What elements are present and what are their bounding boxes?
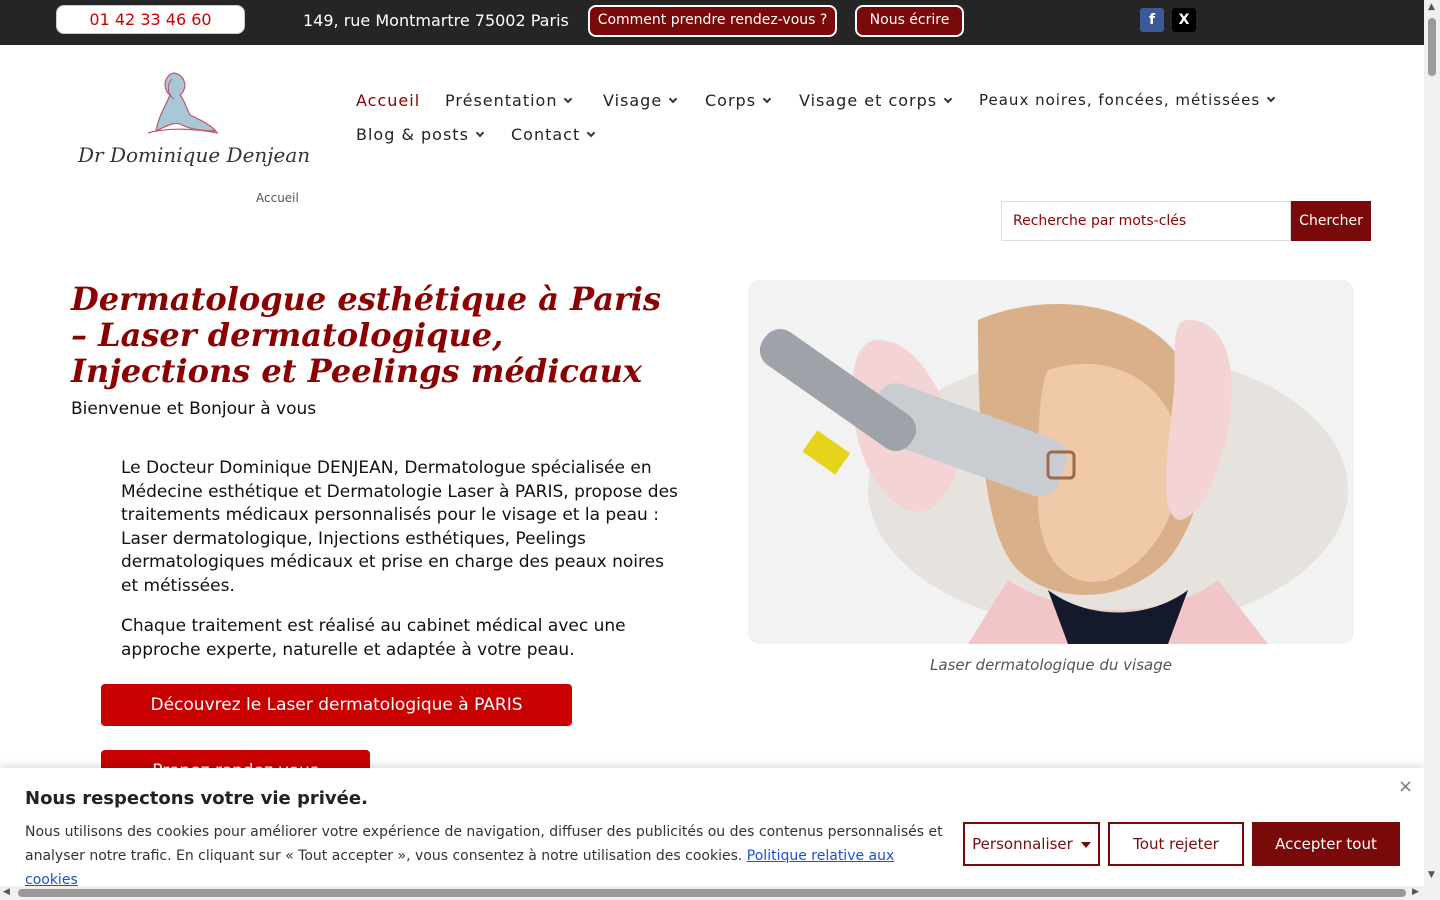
breadcrumb[interactable]: Accueil [256, 191, 299, 205]
facebook-icon[interactable]: f [1140, 8, 1164, 32]
intro-paragraph: Le Docteur Dominique DENJEAN, Dermatolog… [121, 458, 678, 596]
vertical-scroll-thumb[interactable] [1428, 18, 1436, 76]
horizontal-scroll-thumb[interactable] [18, 889, 1406, 897]
customize-button[interactable]: Personnaliser [963, 822, 1100, 866]
nav-contact[interactable]: Contact [511, 125, 596, 144]
nav-visage[interactable]: Visage [603, 91, 678, 110]
scroll-down-icon[interactable]: ▼ [1428, 870, 1435, 880]
site-header: Dr Dominique Denjean Accueil Accueil Pré… [0, 45, 1424, 252]
vertical-scrollbar[interactable]: ▲ ▼ [1424, 0, 1440, 886]
accept-all-button[interactable]: Accepter tout [1252, 822, 1400, 866]
image-caption: Laser dermatologique du visage [930, 656, 1172, 674]
laser-treatment-illustration [748, 280, 1354, 644]
page-subtitle: Bienvenue et Bonjour à vous [71, 399, 317, 419]
cookie-banner: Nous respectons votre vie privée. Nous u… [0, 768, 1424, 888]
nav-blog[interactable]: Blog & posts [356, 125, 485, 144]
scroll-left-icon[interactable]: ◀ [3, 887, 10, 897]
reject-all-button[interactable]: Tout rejeter [1108, 822, 1244, 866]
address-text: 149, rue Montmartre 75002 Paris [303, 11, 569, 30]
phone-button[interactable]: 01 42 33 46 60 [56, 5, 245, 34]
nav-peaux-noires[interactable]: Peaux noires, foncées, métissées [979, 91, 1276, 109]
x-twitter-icon[interactable]: X [1172, 8, 1196, 32]
chevron-down-icon [475, 128, 485, 138]
top-bar: 01 42 33 46 60 149, rue Montmartre 75002… [0, 0, 1424, 45]
search-button[interactable]: Chercher [1291, 201, 1371, 241]
close-icon[interactable]: × [1398, 776, 1413, 797]
laser-treatment-image [748, 280, 1354, 644]
search-input[interactable]: Recherche par mots-clés [1001, 201, 1291, 241]
horizontal-scrollbar[interactable]: ◀ ▶ [0, 886, 1440, 900]
scroll-up-icon[interactable]: ▲ [1428, 2, 1435, 12]
nav-accueil[interactable]: Accueil [356, 91, 420, 110]
chevron-down-icon [762, 94, 772, 104]
chevron-down-icon [564, 94, 573, 104]
write-us-button[interactable]: Nous écrire [855, 5, 964, 37]
appointment-info-button[interactable]: Comment prendre rendez-vous ? [588, 5, 837, 37]
page-title: Dermatologue esthétique à Paris – Laser … [71, 280, 662, 390]
chevron-down-icon [1266, 93, 1276, 103]
chevron-down-icon [668, 94, 678, 104]
nav-visage-et-corps[interactable]: Visage et corps [799, 91, 953, 110]
cookie-title: Nous respectons votre vie privée. [25, 788, 368, 809]
approach-paragraph: Chaque traitement est réalisé au cabinet… [121, 616, 626, 660]
nav-corps[interactable]: Corps [705, 91, 772, 110]
nav-presentation[interactable]: Présentation [445, 91, 573, 110]
chevron-down-icon [943, 94, 953, 104]
cookie-text: Nous utilisons des cookies pour améliore… [25, 820, 945, 892]
discover-laser-button[interactable]: Découvrez le Laser dermatologique à PARI… [101, 684, 572, 726]
caret-down-icon [1080, 842, 1091, 848]
chevron-down-icon [587, 128, 596, 138]
scroll-right-icon[interactable]: ▶ [1412, 887, 1419, 897]
logo-signature[interactable]: Dr Dominique Denjean [78, 143, 310, 167]
